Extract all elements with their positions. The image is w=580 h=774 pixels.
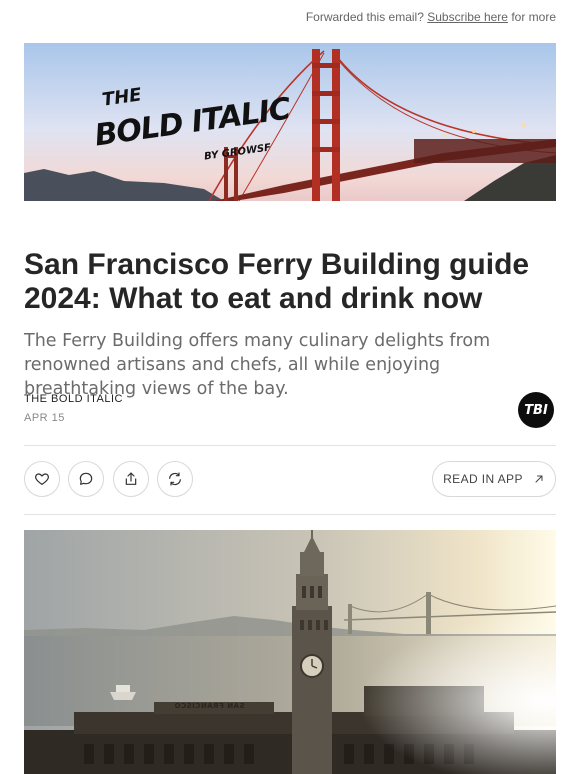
post-subtitle: The Ferry Building offers many culinary … bbox=[24, 331, 491, 399]
forward-prefix: Forwarded this email? bbox=[305, 10, 424, 24]
read-in-app-button[interactable]: READ IN APP bbox=[432, 461, 556, 497]
ferry-building-image[interactable]: SAN FRANCISCO bbox=[24, 530, 556, 774]
publication-banner[interactable]: THE BOLD ITALIC BY GROWSF bbox=[24, 43, 556, 201]
post-date: APR 15 bbox=[24, 412, 65, 424]
share-button[interactable] bbox=[113, 461, 149, 497]
post-title[interactable]: San Francisco Ferry Building guide 2024:… bbox=[24, 248, 556, 316]
divider-bottom bbox=[24, 514, 556, 515]
email-page: Forwarded this email? Subscribe here for… bbox=[0, 0, 580, 774]
subscribe-link[interactable]: Subscribe here bbox=[427, 10, 508, 24]
divider-top bbox=[24, 445, 556, 446]
arrow-up-right-icon bbox=[535, 475, 543, 483]
forward-notice: Forwarded this email? Subscribe here for… bbox=[306, 10, 556, 24]
restack-button[interactable] bbox=[157, 461, 193, 497]
heart-icon bbox=[35, 473, 49, 485]
comment-button[interactable] bbox=[68, 461, 104, 497]
restack-icon bbox=[169, 472, 181, 486]
author-name[interactable]: THE BOLD ITALIC bbox=[24, 393, 123, 405]
forward-suffix: for more bbox=[511, 10, 556, 24]
comment-icon bbox=[79, 472, 93, 485]
like-button[interactable] bbox=[24, 461, 60, 497]
read-in-app-label: READ IN APP bbox=[443, 472, 523, 486]
ferry-building-photo bbox=[24, 530, 556, 774]
publication-avatar[interactable]: TBI bbox=[518, 392, 554, 428]
share-icon bbox=[125, 472, 137, 485]
ferry-building-sign: SAN FRANCISCO bbox=[174, 702, 245, 710]
